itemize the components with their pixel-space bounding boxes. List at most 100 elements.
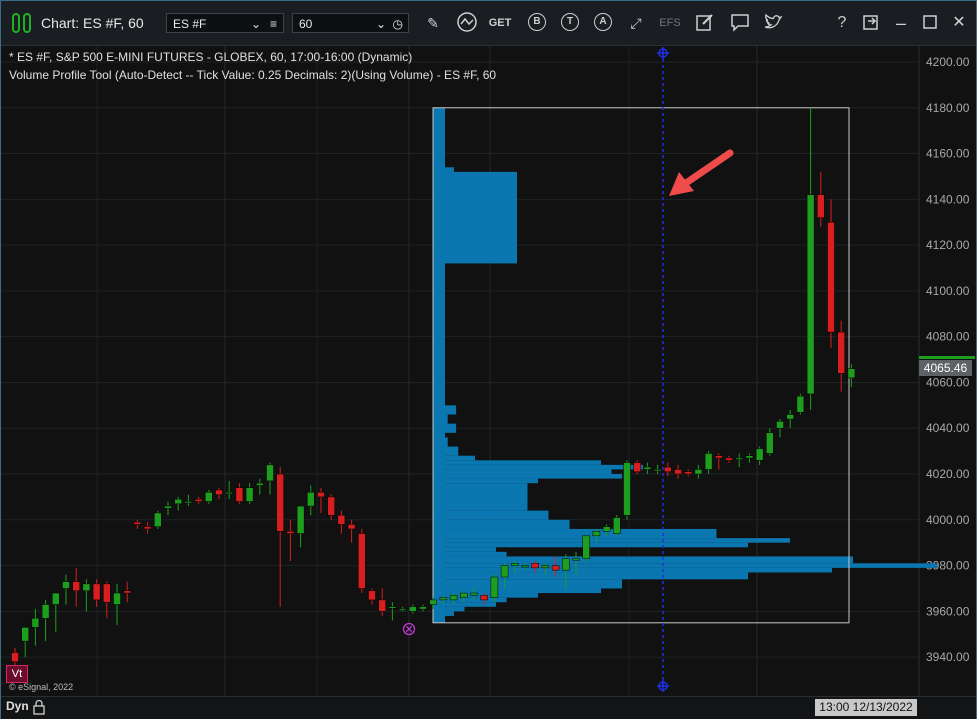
candle-body <box>92 583 101 601</box>
candle-body <box>378 599 386 612</box>
lock-icon[interactable] <box>32 699 46 715</box>
comment-icon[interactable] <box>728 11 752 35</box>
candle-body <box>194 498 203 502</box>
candle <box>62 574 70 605</box>
menu-icon[interactable]: ≡ <box>270 14 277 34</box>
candle-body <box>817 194 825 218</box>
edit-note-icon[interactable] <box>693 11 717 35</box>
candle-body <box>429 599 437 605</box>
candle-body <box>205 492 213 502</box>
candle-body <box>776 421 784 429</box>
chart-area[interactable]: 4200.00 4180.00 4160.00 4140.00 4120.00 4100.… <box>1 46 976 719</box>
candle-body <box>755 448 764 461</box>
clock-icon[interactable]: ◷ <box>393 14 403 34</box>
candle <box>347 519 356 543</box>
candle-body <box>409 606 417 612</box>
candle-body <box>266 464 274 482</box>
candle-body <box>551 565 560 571</box>
candle <box>582 533 590 564</box>
arrow-shaft <box>682 149 734 187</box>
candle-body <box>745 455 754 459</box>
pencil-icon[interactable]: ✎ <box>421 11 445 35</box>
candle <box>623 460 631 520</box>
current-price-marker <box>919 356 975 359</box>
candle-body <box>143 526 152 530</box>
candle-body <box>786 414 794 420</box>
candle-body <box>11 652 19 662</box>
price-label: 4020.00 <box>926 467 970 481</box>
candle-body <box>796 395 805 413</box>
candle-body <box>235 487 244 502</box>
chevron-down-icon[interactable]: ⌄ <box>376 14 386 34</box>
candle-body <box>827 221 835 333</box>
chart-header-line2: Volume Profile Tool (Auto-Detect -- Tick… <box>9 68 497 82</box>
annotation-arrow <box>669 149 734 196</box>
candle-body <box>133 521 142 525</box>
candle-body <box>653 469 662 472</box>
candle <box>92 579 101 607</box>
candle <box>72 567 80 607</box>
candle-body <box>806 194 815 395</box>
candle <box>296 505 305 548</box>
symbol-input[interactable]: ES #F ⌄ ≡ <box>166 13 284 33</box>
candle-body <box>296 505 305 534</box>
export-icon[interactable] <box>859 11 883 35</box>
price-label: 4060.00 <box>926 375 970 389</box>
candle <box>735 453 743 468</box>
candle-body <box>82 583 91 592</box>
candle-body <box>735 457 743 460</box>
candle <box>133 519 142 529</box>
candle-body <box>674 469 682 475</box>
minimize-button[interactable]: – <box>889 11 913 35</box>
price-label: 4100.00 <box>926 284 970 298</box>
get-button[interactable]: GET <box>488 11 512 35</box>
candle-body <box>500 565 509 578</box>
price-label: 4080.00 <box>926 330 970 344</box>
candle-body <box>521 565 529 568</box>
candle <box>704 451 713 475</box>
candle <box>286 519 295 562</box>
candle-body <box>337 514 346 525</box>
help-icon[interactable]: ? <box>830 11 854 35</box>
candle <box>827 199 835 349</box>
close-button[interactable]: ✕ <box>947 11 971 35</box>
link-icon[interactable]: ⤢ <box>624 11 648 35</box>
candle-body <box>694 469 703 475</box>
candle <box>674 464 682 479</box>
candle <box>786 409 794 429</box>
candle-body <box>286 530 295 534</box>
candle-body <box>511 563 519 566</box>
trade-button[interactable]: T <box>561 13 579 31</box>
candle-body <box>460 592 468 598</box>
profile-bar <box>433 542 748 548</box>
candle-body <box>704 453 713 470</box>
profile-bar <box>433 563 937 568</box>
candle-body <box>21 627 29 642</box>
candle <box>174 496 182 511</box>
vt-badge[interactable]: Vt <box>6 665 28 683</box>
event-marker-icon[interactable] <box>402 622 416 636</box>
price-label: 4000.00 <box>926 513 970 527</box>
buy-button[interactable]: B <box>528 13 546 31</box>
crosshair-line <box>657 47 669 692</box>
study-icon[interactable] <box>455 11 479 35</box>
candle-body <box>245 487 254 502</box>
chevron-down-icon[interactable]: ⌄ <box>251 14 261 34</box>
cursor-time-label: 13:00 12/13/2022 <box>815 699 917 716</box>
profile-bar <box>433 107 445 623</box>
profile-bar <box>433 528 717 539</box>
candle-body <box>572 558 580 561</box>
maximize-button[interactable] <box>918 11 942 35</box>
candle-body <box>52 592 60 605</box>
chart-header-line1: * ES #F, S&P 500 E-MINI FUTURES - GLOBEX… <box>9 50 413 64</box>
alert-button[interactable]: A <box>594 13 612 31</box>
profile-bar <box>433 538 790 543</box>
candle <box>103 581 111 619</box>
interval-value: 60 <box>299 17 313 31</box>
price-chart[interactable]: 4200.00 4180.00 4160.00 4140.00 4120.00 4100.… <box>1 46 976 718</box>
interval-input[interactable]: 60 ⌄ ◷ <box>292 13 409 33</box>
candle <box>337 510 346 534</box>
efs-button[interactable]: EFS <box>658 11 682 35</box>
twitter-icon[interactable] <box>761 11 785 35</box>
candle <box>766 428 774 456</box>
